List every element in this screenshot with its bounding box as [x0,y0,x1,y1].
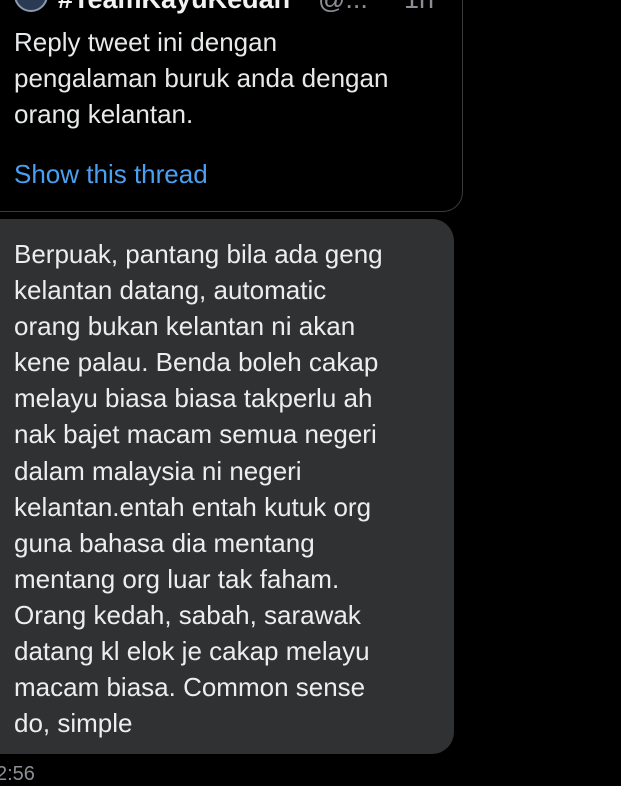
message-line: macam biasa. Common sense [14,672,366,703]
author-handle: @... [318,0,368,14]
quoted-tweet-header: #TeamKayuKedah @... 1h [0,0,621,14]
tweet-time: 1h [404,0,434,14]
message-line: datang kl elok je cakap melayu [14,636,370,667]
message-line: nak bajet macam semua negeri [14,419,377,450]
message-line: kene palau. Benda boleh cakap [14,347,379,378]
message-line: Berpuak, pantang bila ada geng [14,239,383,269]
author-avatar[interactable] [14,0,48,12]
show-thread-link[interactable]: Show this thread [14,156,208,192]
quoted-tweet-text: Reply tweet ini dengan pengalaman buruk … [14,24,454,132]
message-line: melayu biasa biasa takperlu ah [14,383,373,414]
message-line: orang bukan kelantan ni akan [14,311,356,342]
quoted-tweet-line: pengalaman buruk anda dengan [14,63,389,93]
message-line: kelantan datang, automatic [14,275,327,306]
message-line: dalam malaysia ni negeri [14,455,302,486]
quoted-tweet-line: orang kelantan. [14,99,194,129]
message-line: kelantan.entah entah kutuk org [14,491,372,522]
message-line: guna bahasa dia mentang [14,527,315,558]
message-text: Berpuak, pantang bila ada geng kelantan … [14,236,444,741]
message-line: do, simple [14,708,133,739]
author-name[interactable]: #TeamKayuKedah [58,0,290,14]
message-line: mentang org luar tak faham. [14,563,340,594]
quoted-tweet-line: Reply tweet ini dengan [14,27,278,57]
message-line: Orang kedah, sabah, sarawak [14,599,361,630]
